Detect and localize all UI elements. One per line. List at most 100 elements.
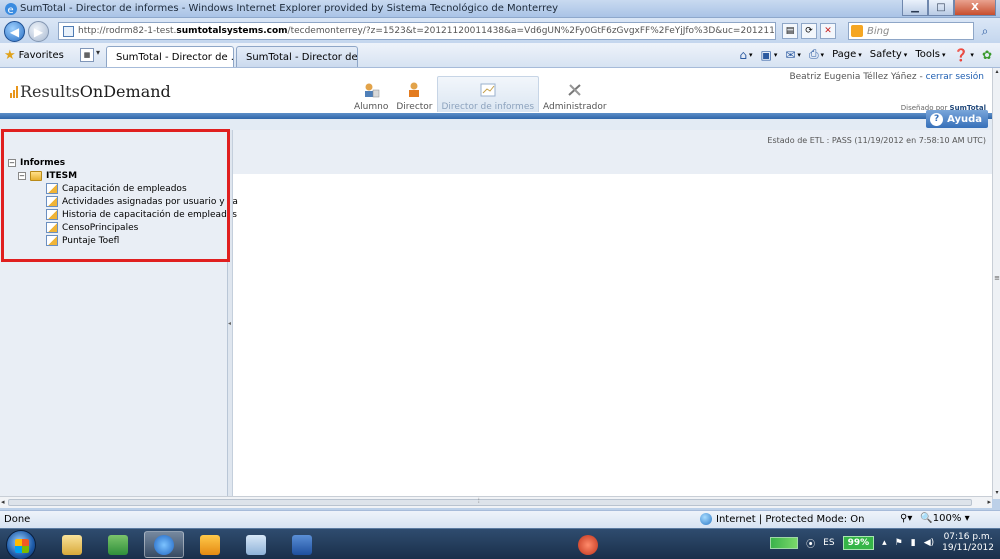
scroll-grip-icon[interactable]: ≡ bbox=[994, 274, 1000, 284]
admin-tools-icon bbox=[568, 84, 581, 96]
address-toolbar: ◀ ▶ http://rodrm82-1-test.sumtotalsystem… bbox=[0, 18, 1000, 43]
help-menu[interactable]: ❓ ▾ bbox=[953, 48, 973, 62]
safety-menu[interactable]: Safety ▾ bbox=[870, 49, 908, 60]
stop-icon[interactable]: ✕ bbox=[820, 23, 836, 39]
role-administrador[interactable]: Administrador bbox=[539, 76, 611, 112]
favorites-button[interactable]: ★ Favorites bbox=[4, 47, 64, 64]
battery-indicator[interactable]: 99% bbox=[842, 536, 875, 550]
taskbar-people[interactable] bbox=[98, 531, 138, 558]
outlook-icon bbox=[200, 534, 220, 555]
home-icon: ⌂ bbox=[739, 47, 747, 62]
language-indicator[interactable]: ES bbox=[823, 538, 834, 548]
forward-button[interactable]: ▶ bbox=[28, 21, 49, 42]
role-alumno[interactable]: Alumno bbox=[350, 76, 392, 112]
zoom-controls: ⚲▾ 🔍100% ▾ bbox=[900, 513, 970, 524]
favorites-bar: ★ Favorites ▦ ▾ SumTotal - Director de .… bbox=[0, 43, 1000, 68]
search-icon[interactable]: ⌕ bbox=[978, 24, 992, 38]
protected-mode-icon[interactable]: ⚲▾ bbox=[900, 513, 912, 524]
svg-text:e: e bbox=[8, 5, 14, 16]
minimize-button[interactable]: ▁ bbox=[902, 0, 928, 16]
paint-icon bbox=[246, 534, 266, 555]
tools-menu[interactable]: Tools ▾ bbox=[915, 49, 945, 60]
security-zone[interactable]: Internet | Protected Mode: On bbox=[700, 513, 864, 525]
word-icon bbox=[292, 534, 312, 555]
address-tools: ▤ ⟳ ✕ bbox=[782, 23, 836, 39]
scroll-down-icon[interactable]: ▾ bbox=[993, 489, 1000, 499]
role-label: Alumno bbox=[354, 102, 389, 112]
internet-explorer-icon: e bbox=[5, 3, 17, 16]
clock[interactable]: 07:16 p.m. 19/11/2012 bbox=[942, 532, 994, 554]
feeds-button[interactable]: ▣ ▾ bbox=[761, 48, 778, 62]
start-button[interactable] bbox=[6, 530, 36, 559]
report-header-area: Estado de ETL : PASS (11/19/2012 en 7:58… bbox=[233, 130, 992, 174]
status-text: Done bbox=[4, 514, 31, 525]
tab-list-chevron-icon[interactable]: ▾ bbox=[96, 48, 100, 57]
home-button[interactable]: ⌂ ▾ bbox=[739, 48, 752, 62]
page-horizontal-scrollbar[interactable]: ◂ ⦙ ▸ bbox=[0, 496, 992, 508]
help-icon: ❓ bbox=[953, 47, 969, 62]
quick-tabs-icon[interactable]: ▦ bbox=[80, 48, 94, 62]
taskbar-word[interactable] bbox=[282, 531, 322, 558]
page-vertical-scrollbar[interactable]: ▴ ≡ ▾ bbox=[992, 68, 1000, 499]
logout-link[interactable]: cerrar sesión bbox=[926, 72, 984, 82]
zoom-level: 100% bbox=[932, 513, 962, 524]
zoom-button[interactable]: 🔍100% ▾ bbox=[920, 513, 969, 524]
address-bar[interactable]: http://rodrm82-1-test.sumtotalsystems.co… bbox=[58, 22, 776, 40]
role-switcher: Alumno Director Director de informes Adm… bbox=[350, 76, 611, 112]
help-label: Ayuda bbox=[947, 113, 982, 125]
url-domain: sumtotalsystems.com bbox=[176, 26, 288, 36]
scroll-right-icon[interactable]: ▸ bbox=[987, 498, 991, 506]
windows-taskbar: ⦿ ES 99% ▴ ⚑ ▮ ◀) 07:16 p.m. 19/11/2012 bbox=[0, 528, 1000, 559]
logo-text-results: Results bbox=[20, 82, 80, 101]
maximize-button[interactable]: □ bbox=[928, 0, 954, 16]
tab-sumtotal-2[interactable]: SumTotal - Director de inf... bbox=[236, 46, 358, 67]
windows-logo-icon bbox=[15, 539, 29, 553]
power-icon[interactable]: ▮ bbox=[911, 538, 916, 548]
tab-sumtotal-1[interactable]: SumTotal - Director de ... ✕ bbox=[106, 46, 234, 67]
search-box[interactable]: Bing bbox=[848, 22, 974, 40]
help-button[interactable]: ? Ayuda bbox=[926, 110, 988, 128]
volume-icon[interactable]: ◀) bbox=[924, 538, 934, 548]
globe-icon bbox=[700, 513, 712, 525]
scroll-up-icon[interactable]: ▴ bbox=[993, 68, 1000, 78]
role-label: Director de informes bbox=[441, 102, 535, 112]
scroll-thumb[interactable] bbox=[8, 499, 972, 506]
mail-button[interactable]: ✉ ▾ bbox=[785, 48, 801, 62]
feeds-icon: ▣ bbox=[760, 47, 772, 62]
user-name: Beatriz Eugenia Téllez Yáñez bbox=[789, 72, 917, 82]
network-icon[interactable]: ⦿ bbox=[806, 537, 815, 550]
reports-chart-icon bbox=[480, 83, 496, 97]
window-title: SumTotal - Director de informes - Window… bbox=[20, 3, 559, 14]
role-director[interactable]: Director bbox=[392, 76, 436, 112]
signal-strength-icon[interactable] bbox=[770, 537, 799, 549]
taskbar-action-center[interactable] bbox=[568, 531, 608, 558]
help-icon: ? bbox=[930, 112, 944, 126]
taskbar-outlook[interactable] bbox=[190, 531, 230, 558]
logo-text-ondemand: OnDemand bbox=[79, 82, 171, 101]
student-icon bbox=[365, 83, 380, 98]
taskbar-explorer[interactable] bbox=[52, 531, 92, 558]
status-bar: Done Internet | Protected Mode: On ⚲▾ 🔍1… bbox=[0, 510, 1000, 528]
back-button[interactable]: ◀ bbox=[4, 21, 25, 42]
address-url[interactable]: http://rodrm82-1-test.sumtotalsystems.co… bbox=[78, 26, 775, 36]
close-button[interactable]: X bbox=[954, 0, 996, 16]
compatibility-view-icon[interactable]: ▤ bbox=[782, 23, 798, 39]
url-rest: /tecdemonterrey/?z=1523&t=20121120011438… bbox=[287, 26, 775, 36]
role-director-de-informes[interactable]: Director de informes bbox=[436, 76, 540, 112]
research-button[interactable]: ✿ bbox=[982, 48, 992, 62]
favorites-label: Favorites bbox=[18, 50, 64, 61]
command-bar: ⌂ ▾ ▣ ▾ ✉ ▾ ⎙ ▾ Page ▾ Safety ▾ Tools ▾ ❓ ▾ ✿ bbox=[739, 47, 992, 62]
window-controls: ▁ □ X bbox=[902, 0, 996, 16]
tab-label: SumTotal - Director de inf... bbox=[246, 51, 358, 63]
taskbar-internet-explorer[interactable] bbox=[144, 531, 184, 558]
taskbar-paint[interactable] bbox=[236, 531, 276, 558]
page-menu[interactable]: Page ▾ bbox=[832, 49, 862, 60]
scroll-left-icon[interactable]: ◂ bbox=[1, 498, 5, 506]
role-label: Director bbox=[396, 102, 433, 112]
refresh-icon[interactable]: ⟳ bbox=[801, 23, 817, 39]
tray-expand-icon[interactable]: ▴ bbox=[882, 538, 887, 548]
print-button[interactable]: ⎙ ▾ bbox=[809, 47, 824, 62]
user-info: Beatriz Eugenia Téllez Yáñez - cerrar se… bbox=[789, 72, 984, 82]
user-separator: - bbox=[916, 72, 926, 82]
flag-icon[interactable]: ⚑ bbox=[895, 538, 903, 548]
